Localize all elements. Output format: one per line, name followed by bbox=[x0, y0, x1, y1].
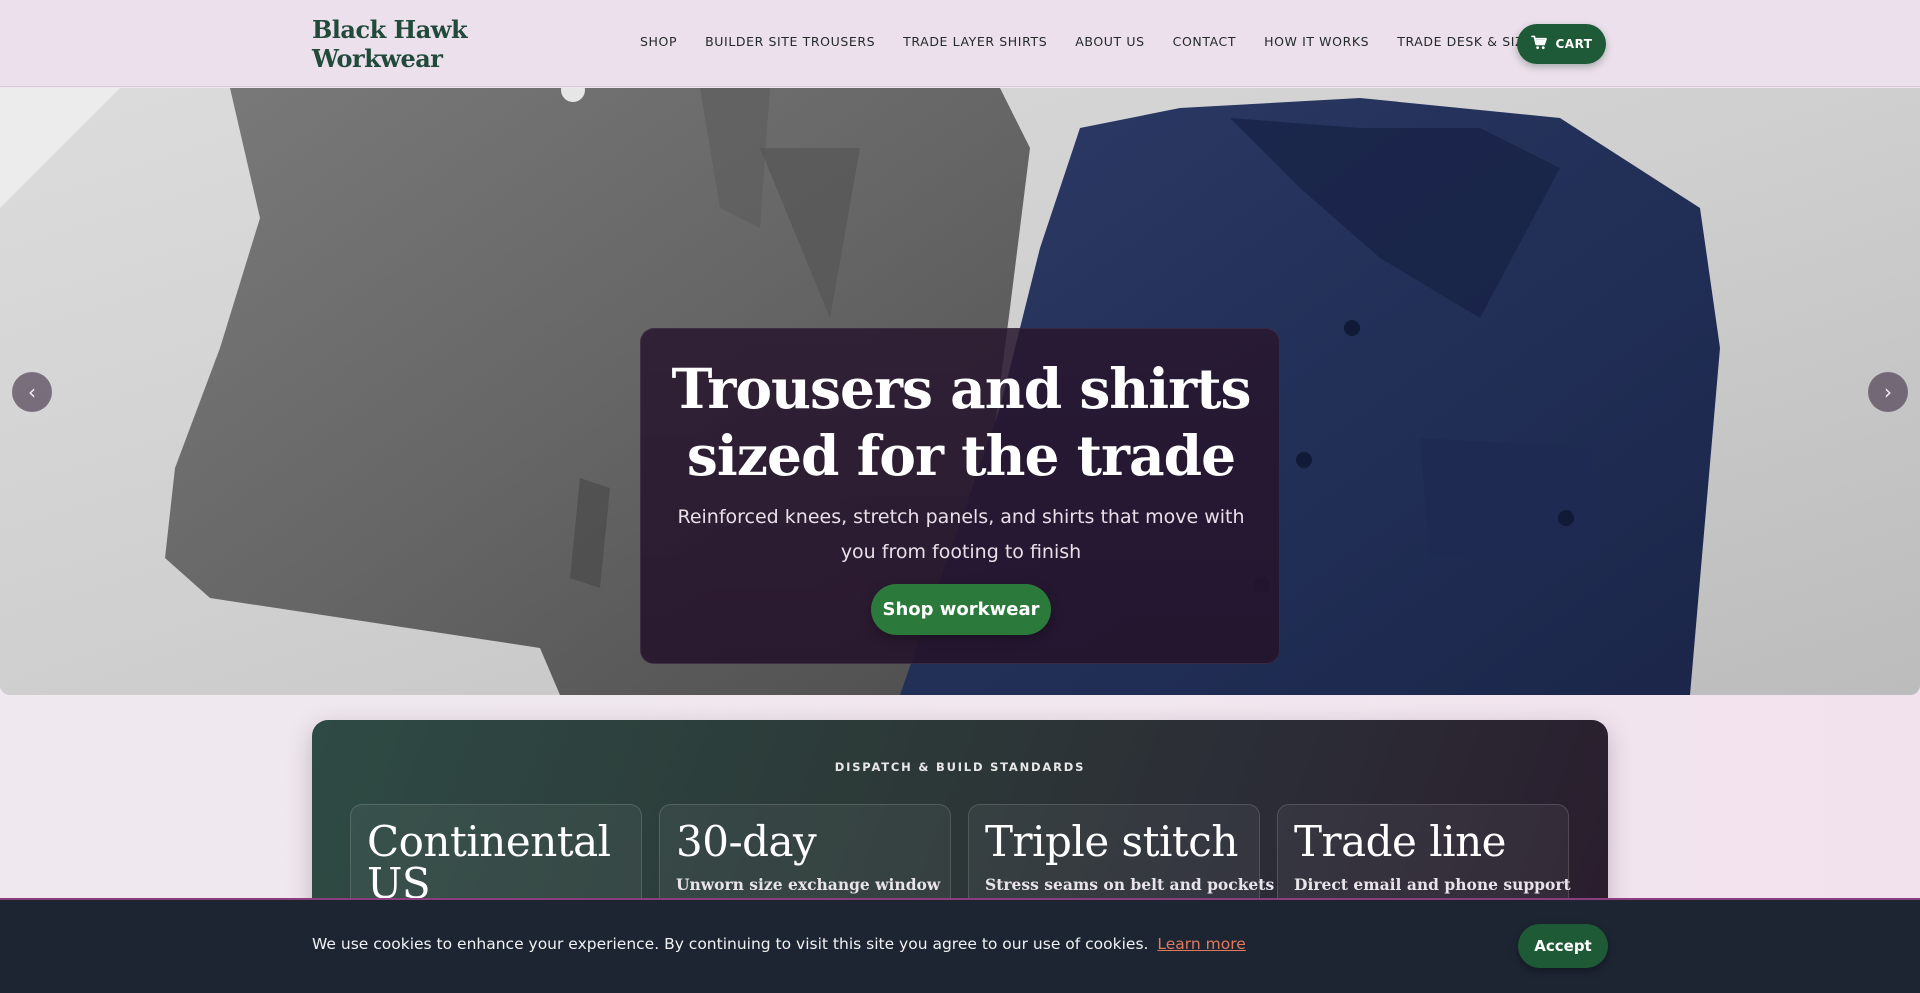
cart-label: CART bbox=[1555, 37, 1593, 51]
standard-desc: Unworn size exchange window bbox=[676, 875, 941, 894]
carousel-prev-button[interactable]: ‹ bbox=[12, 372, 52, 412]
nav-about-us[interactable]: ABOUT US bbox=[1075, 34, 1144, 49]
nav-how-it-works[interactable]: HOW IT WORKS bbox=[1264, 34, 1369, 49]
cart-icon bbox=[1530, 35, 1548, 53]
standard-title: Triple stitch bbox=[985, 817, 1238, 866]
carousel-next-button[interactable]: › bbox=[1868, 372, 1908, 412]
cart-button[interactable]: CART bbox=[1517, 24, 1606, 64]
nav-builder-site-trousers[interactable]: BUILDER SITE TROUSERS bbox=[705, 34, 875, 49]
hero-subtitle: Reinforced knees, stretch panels, and sh… bbox=[677, 506, 1245, 563]
cookie-message: We use cookies to enhance your experienc… bbox=[312, 935, 1246, 953]
standard-title: Trade line bbox=[1294, 817, 1507, 866]
site-logo[interactable]: Black Hawk Workwear bbox=[312, 15, 482, 73]
learn-more-link[interactable]: Learn more bbox=[1157, 935, 1245, 953]
shop-workwear-button[interactable]: Shop workwear bbox=[871, 584, 1051, 635]
hero-card: Trousers and shirts sized for the trade … bbox=[640, 328, 1280, 664]
chevron-right-icon: › bbox=[1884, 380, 1892, 404]
standard-desc: Direct email and phone support bbox=[1294, 875, 1571, 894]
nav-contact[interactable]: CONTACT bbox=[1173, 34, 1236, 49]
hero-carousel: ‹ › Trousers and shirts sized for the tr… bbox=[0, 88, 1920, 695]
chevron-left-icon: ‹ bbox=[28, 380, 36, 404]
cookie-text: We use cookies to enhance your experienc… bbox=[312, 935, 1149, 953]
nav-trade-layer-shirts[interactable]: TRADE LAYER SHIRTS bbox=[903, 34, 1047, 49]
nav-shop[interactable]: SHOP bbox=[640, 34, 677, 49]
cookie-banner: We use cookies to enhance your experienc… bbox=[0, 898, 1920, 993]
main-nav: SHOP BUILDER SITE TROUSERS TRADE LAYER S… bbox=[640, 34, 1577, 49]
hero-title: Trousers and shirts sized for the trade bbox=[671, 356, 1251, 488]
standard-title: 30-day bbox=[676, 817, 817, 866]
site-header: Black Hawk Workwear SHOP BUILDER SITE TR… bbox=[0, 0, 1920, 87]
standards-heading: DISPATCH & BUILD STANDARDS bbox=[834, 760, 1086, 774]
accept-cookies-button[interactable]: Accept bbox=[1518, 924, 1608, 968]
standard-title: Continental US bbox=[367, 817, 611, 908]
standard-desc: Stress seams on belt and pockets bbox=[985, 875, 1275, 894]
